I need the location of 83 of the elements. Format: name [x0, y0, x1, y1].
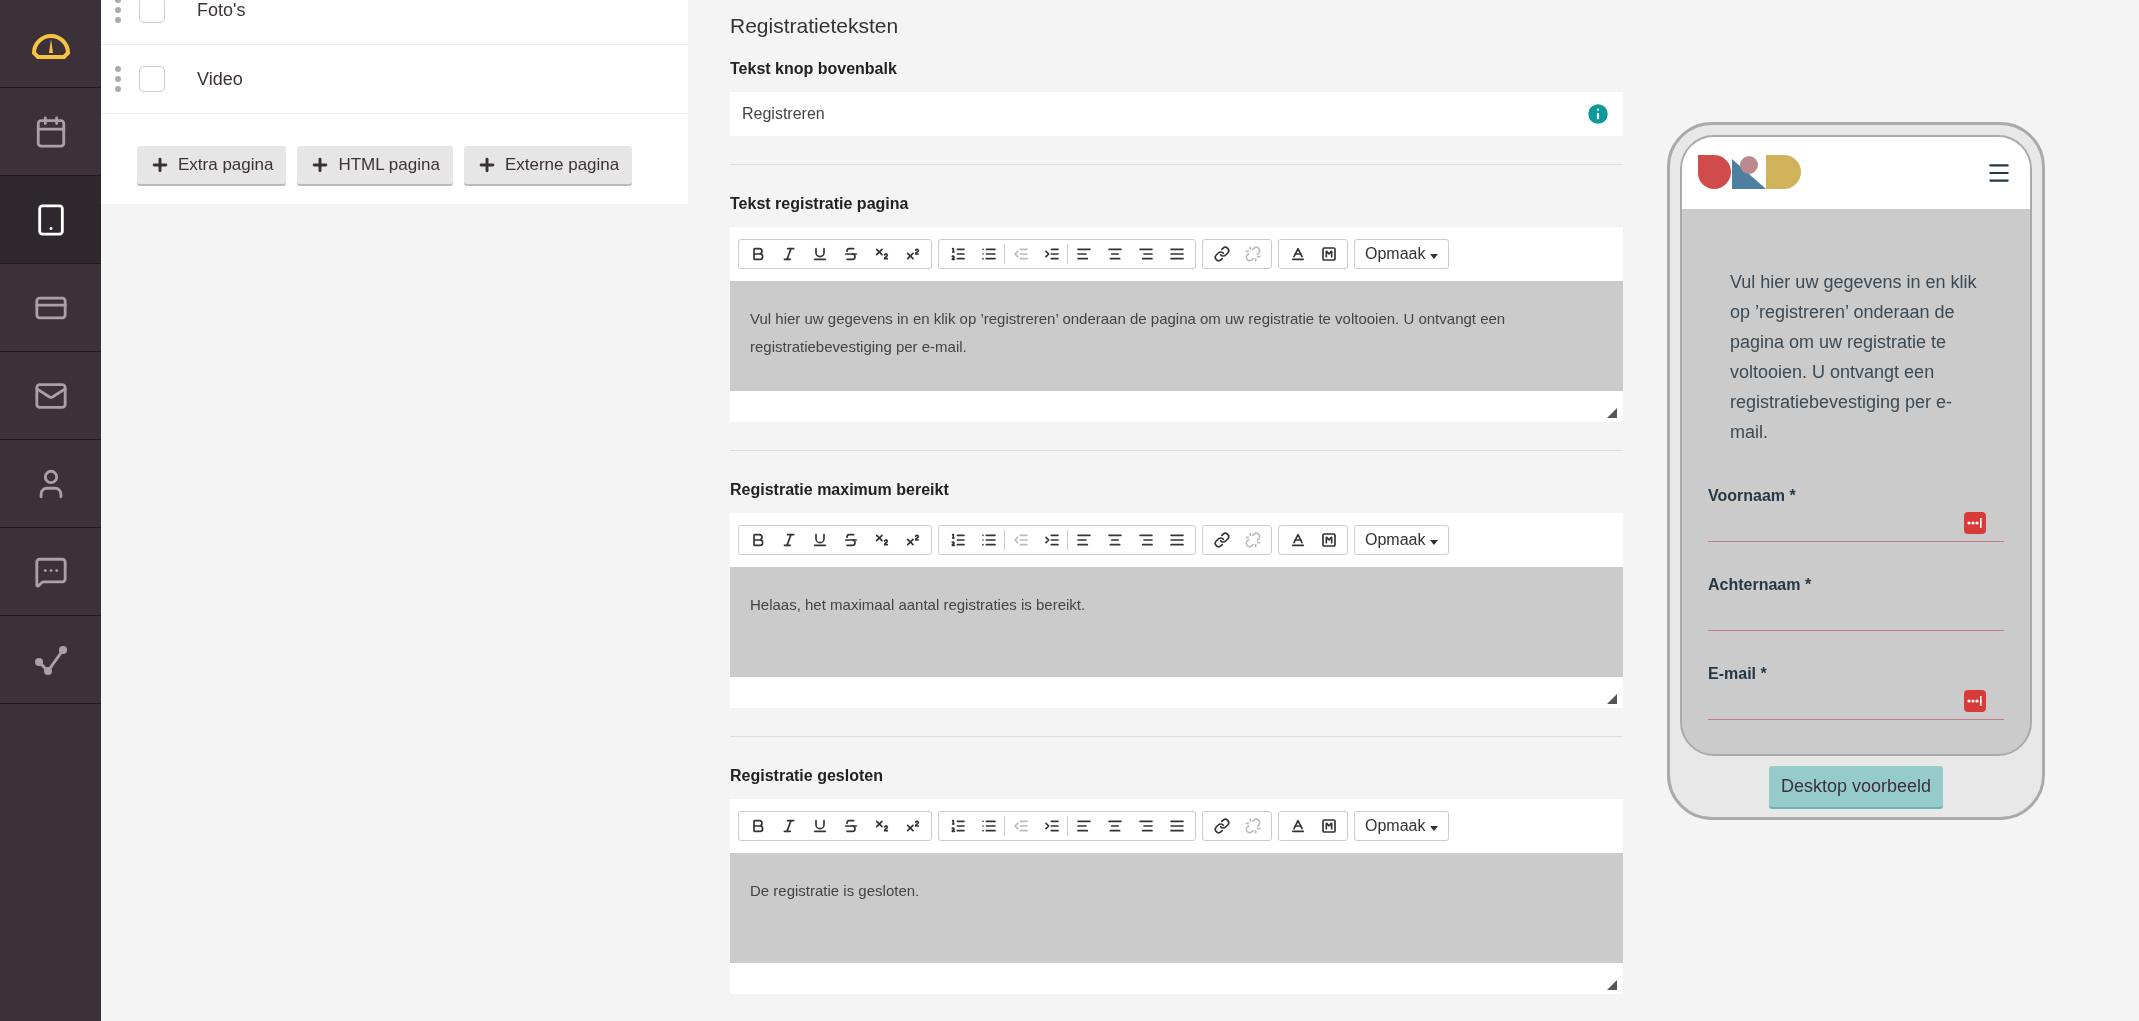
plus-icon — [150, 155, 170, 175]
align-right-icon — [1137, 818, 1154, 834]
graph-icon — [32, 643, 69, 676]
subscript-icon — [873, 246, 890, 262]
add-page-button[interactable]: HTML pagina — [297, 146, 453, 186]
caret-icon — [1429, 826, 1438, 831]
add-page-button[interactable]: Externe pagina — [463, 146, 633, 186]
strikethrough-icon — [842, 532, 859, 548]
resize-handle-icon[interactable] — [1607, 694, 1617, 704]
align-left-icon — [1075, 532, 1092, 548]
section-title: Registratieteksten — [730, 14, 900, 38]
form-label: Achternaam * — [1708, 576, 1813, 594]
resize-handle-icon[interactable] — [1607, 408, 1617, 418]
indent-icon — [1043, 246, 1060, 262]
form-label: Voornaam * — [1708, 487, 1797, 505]
info-icon[interactable] — [1585, 101, 1611, 127]
checkbox[interactable] — [139, 0, 165, 23]
bullet-list-icon — [980, 532, 997, 548]
format-dropdown[interactable]: Opmaak — [1354, 811, 1449, 841]
subscript-icon — [873, 818, 890, 834]
link-icon — [1213, 246, 1230, 262]
superscript-icon — [904, 818, 921, 834]
form-label: E-mail * — [1708, 665, 1768, 683]
format-dropdown[interactable]: Opmaak — [1354, 239, 1449, 269]
desktop-preview-button[interactable]: Desktop voorbeeld — [1768, 766, 1944, 809]
justify-icon — [1168, 532, 1185, 548]
editor-content[interactable]: Vul hier uw gegevens in en klik op ’registreren’ onderaan de pagina om uw registratie te voltooien. U ontvangt een registratiebevestiging per e-mail. — [730, 281, 1623, 391]
drag-handle-icon[interactable] — [115, 0, 121, 23]
underline-icon — [811, 532, 828, 548]
editor-content[interactable]: De registratie is gesloten. — [730, 853, 1623, 963]
field-label: Tekst registratie pagina — [730, 195, 910, 213]
justify-icon — [1168, 818, 1185, 834]
subscript-icon — [873, 532, 890, 548]
underline-icon — [811, 246, 828, 262]
align-center-icon — [1106, 246, 1123, 262]
intro-text: Vul hier uw gegevens in en klik op ’registreren’ onderaan de pagina om uw registratie te voltooien. U ontvangt een registratiebevestiging per e-mail. — [1729, 271, 1978, 444]
field-label: Tekst knop bovenbalk — [730, 60, 898, 78]
align-center-icon — [1106, 818, 1123, 834]
text-color-icon — [1289, 532, 1306, 548]
bullet-list-icon — [980, 246, 997, 262]
outdent-icon — [1012, 246, 1029, 262]
superscript-icon — [904, 532, 921, 548]
strikethrough-icon — [842, 246, 859, 262]
indent-icon — [1043, 532, 1060, 548]
text-color-icon — [1289, 818, 1306, 834]
justify-icon — [1168, 246, 1185, 262]
unlink-icon — [1244, 246, 1261, 262]
editor-content[interactable]: Helaas, het maximaal aantal registraties is bereikt. — [730, 567, 1623, 677]
caret-icon — [1429, 254, 1438, 259]
password-manager-icon[interactable] — [1964, 690, 1986, 712]
align-right-icon — [1137, 246, 1154, 262]
input-field[interactable]: Registreren — [730, 92, 1623, 136]
sidebar-item[interactable] — [0, 176, 101, 264]
indent-icon — [1043, 818, 1060, 834]
numbered-list-icon — [949, 246, 966, 262]
numbered-list-icon — [949, 818, 966, 834]
link-icon — [1213, 532, 1230, 548]
page-label: Video — [197, 68, 243, 90]
password-manager-icon[interactable] — [1964, 512, 1986, 534]
resize-handle-icon[interactable] — [1607, 980, 1617, 990]
outdent-icon — [1012, 532, 1029, 548]
outdent-icon — [1012, 818, 1029, 834]
underline-icon — [811, 818, 828, 834]
drag-handle-icon[interactable] — [115, 66, 121, 92]
numbered-list-icon — [949, 532, 966, 548]
superscript-icon — [904, 246, 921, 262]
field-label: Registratie maximum bereikt — [730, 481, 950, 499]
strikethrough-icon — [842, 818, 859, 834]
add-page-button[interactable]: Extra pagina — [137, 146, 287, 186]
page-label: Foto's — [197, 0, 246, 21]
caret-icon — [1429, 540, 1438, 545]
link-icon — [1213, 818, 1230, 834]
align-center-icon — [1106, 532, 1123, 548]
text-color-icon — [1289, 246, 1306, 262]
unlink-icon — [1244, 532, 1261, 548]
format-dropdown[interactable]: Opmaak — [1354, 525, 1449, 555]
align-right-icon — [1137, 532, 1154, 548]
align-left-icon — [1075, 246, 1092, 262]
align-left-icon — [1075, 818, 1092, 834]
unlink-icon — [1244, 818, 1261, 834]
bullet-list-icon — [980, 818, 997, 834]
field-label: Registratie gesloten — [730, 767, 884, 785]
checkbox[interactable] — [139, 66, 165, 92]
